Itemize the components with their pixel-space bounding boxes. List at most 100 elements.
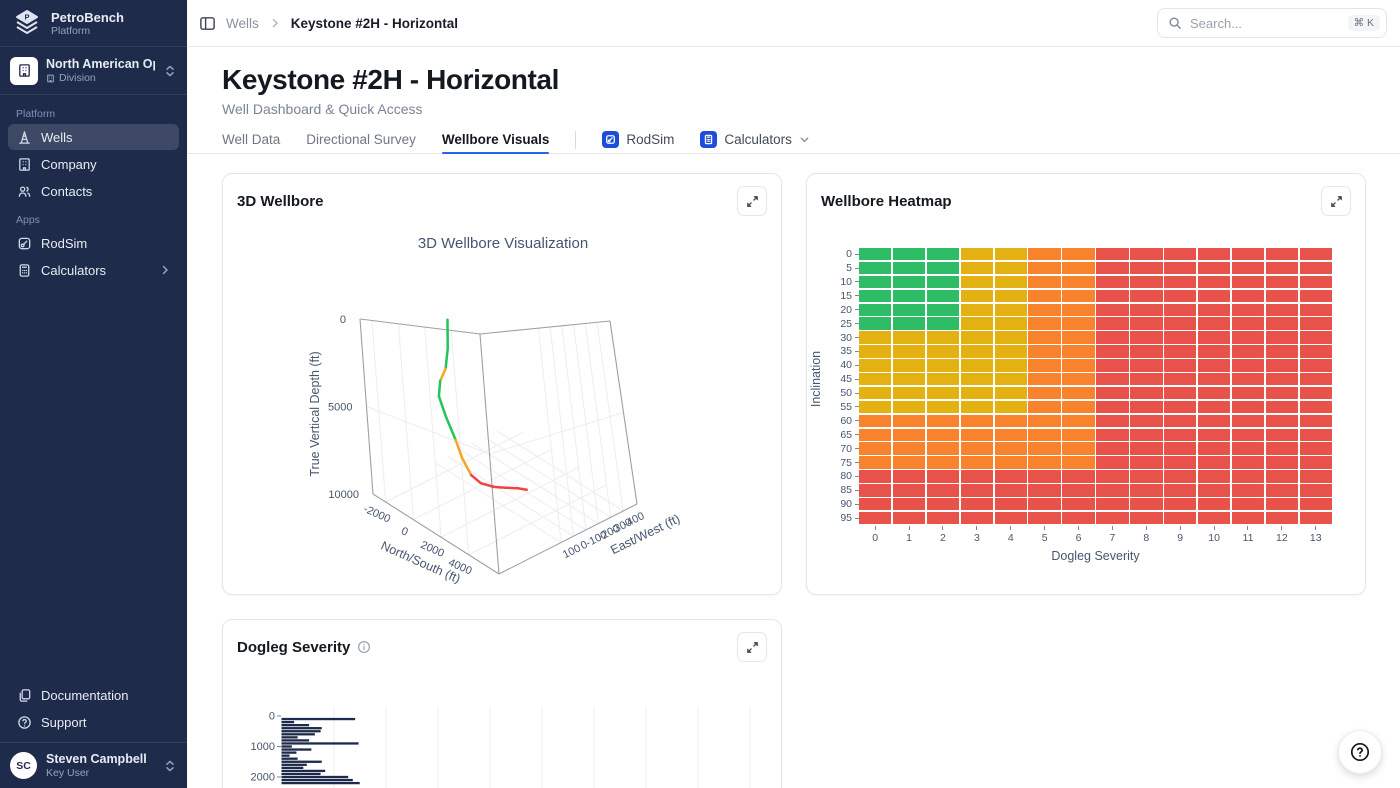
help-fab-button[interactable] bbox=[1338, 730, 1382, 774]
info-icon[interactable] bbox=[357, 640, 371, 654]
petrobench-logo-icon: P bbox=[12, 8, 42, 38]
heatmap-cell bbox=[1062, 512, 1094, 524]
heatmap-y-tick: 40 bbox=[825, 359, 859, 371]
panel-dogleg-severity: Dogleg Severity 010002000 bbox=[222, 619, 782, 788]
sidebar-item-calculators[interactable]: Calculators bbox=[8, 257, 179, 283]
heatmap-cell bbox=[927, 484, 959, 496]
heatmap-cell bbox=[927, 276, 959, 288]
heatmap-cell bbox=[1232, 373, 1264, 385]
sidebar-item-documentation[interactable]: Documentation bbox=[8, 682, 179, 708]
heatmap-cell bbox=[1198, 359, 1230, 371]
heatmap-cell bbox=[961, 456, 993, 468]
wellbore-path-segment bbox=[506, 488, 518, 489]
heatmap-cell bbox=[1300, 248, 1332, 260]
division-selector[interactable]: North American Operations Division bbox=[0, 47, 187, 95]
heatmap-x-tick: 1 bbox=[893, 526, 925, 544]
heatmap-cell bbox=[995, 290, 1027, 302]
heatmap-cell bbox=[859, 276, 891, 288]
tab-bar: Well Data Directional Survey Wellbore Vi… bbox=[187, 126, 1400, 154]
expand-button[interactable] bbox=[737, 186, 767, 216]
sidebar-item-support[interactable]: Support bbox=[8, 709, 179, 735]
heatmap-cell bbox=[1232, 498, 1264, 510]
dogleg-bar bbox=[282, 758, 298, 760]
heatmap-cell bbox=[927, 429, 959, 441]
heatmap-cell bbox=[1198, 248, 1230, 260]
plot-line bbox=[360, 319, 480, 334]
tab-rodsim-app[interactable]: RodSim bbox=[602, 131, 674, 148]
support-icon bbox=[16, 714, 32, 730]
heatmap-cell bbox=[1062, 456, 1094, 468]
search-input[interactable]: Search... ⌘ K bbox=[1157, 8, 1387, 38]
heatmap-cell bbox=[1300, 317, 1332, 329]
heatmap-cell bbox=[1096, 442, 1128, 454]
tab-wellbore-visuals[interactable]: Wellbore Visuals bbox=[442, 126, 550, 153]
sidebar-item-wells[interactable]: Wells bbox=[8, 124, 179, 150]
heatmap-cell bbox=[1266, 470, 1298, 482]
heatmap-y-tick: 55 bbox=[825, 401, 859, 413]
panel-header: Dogleg Severity bbox=[223, 620, 781, 668]
tab-calculators-app[interactable]: Calculators bbox=[700, 131, 810, 148]
heatmap-cell bbox=[1062, 387, 1094, 399]
heatmap-cell bbox=[1198, 401, 1230, 413]
expand-button[interactable] bbox=[737, 632, 767, 662]
heatmap-cell bbox=[1130, 415, 1162, 427]
heatmap-cell bbox=[893, 498, 925, 510]
heatmap-cell bbox=[961, 429, 993, 441]
heatmap-cell bbox=[1062, 470, 1094, 482]
user-menu[interactable]: SC Steven Campbell Key User bbox=[0, 742, 187, 788]
heatmap-cell bbox=[859, 456, 891, 468]
dogleg-severity-plot[interactable]: 010002000 bbox=[223, 668, 781, 788]
dogleg-bar bbox=[282, 727, 322, 729]
heatmap-cell bbox=[1198, 345, 1230, 357]
sidebar-item-rodsim[interactable]: RodSim bbox=[8, 230, 179, 256]
division-meta: North American Operations Division bbox=[46, 57, 155, 84]
tab-directional-survey[interactable]: Directional Survey bbox=[306, 126, 416, 153]
heatmap-cell bbox=[1130, 317, 1162, 329]
heatmap-cell bbox=[1062, 290, 1094, 302]
heatmap-x-tick: 6 bbox=[1062, 526, 1094, 544]
heatmap-cell bbox=[1198, 387, 1230, 399]
axis-tick-label: 1000 bbox=[251, 741, 275, 753]
heatmap-cell bbox=[1300, 262, 1332, 274]
help-icon bbox=[1349, 741, 1371, 763]
sidebar-footer: Documentation Support bbox=[0, 678, 187, 742]
dogleg-bar bbox=[282, 745, 292, 747]
heatmap-cell bbox=[995, 373, 1027, 385]
heatmap-cell bbox=[927, 248, 959, 260]
heatmap-cell bbox=[1028, 276, 1060, 288]
heatmap-cell bbox=[927, 456, 959, 468]
3d-wellbore-plot[interactable]: 0500010000-20000200040001000-100-200-300… bbox=[223, 222, 781, 584]
heatmap-cell bbox=[1028, 498, 1060, 510]
heatmap-cell bbox=[927, 401, 959, 413]
user-name: Steven Campbell bbox=[46, 752, 154, 766]
panel-header: 3D Wellbore bbox=[223, 174, 781, 222]
sidebar-item-company[interactable]: Company bbox=[8, 151, 179, 177]
tab-well-data[interactable]: Well Data bbox=[222, 126, 280, 153]
heatmap-cell bbox=[859, 304, 891, 316]
sidebar-item-contacts[interactable]: Contacts bbox=[8, 178, 179, 204]
heatmap-cell bbox=[1028, 442, 1060, 454]
heatmap-cell bbox=[961, 512, 993, 524]
dogleg-bar bbox=[282, 761, 322, 763]
chart-3d-wellbore[interactable]: 0500010000-20000200040001000-100-200-300… bbox=[223, 222, 781, 589]
sidebar-item-label: Contacts bbox=[41, 184, 92, 199]
tab-label: Calculators bbox=[724, 132, 792, 147]
brand-subtitle: Platform bbox=[51, 25, 124, 37]
brand-name: PetroBench bbox=[51, 10, 124, 25]
heatmap-cell bbox=[1232, 262, 1264, 274]
breadcrumb-parent[interactable]: Wells bbox=[226, 16, 259, 31]
chart-title: 3D Wellbore Visualization bbox=[418, 235, 588, 252]
heatmap-cell bbox=[995, 304, 1027, 316]
heatmap-cell bbox=[961, 248, 993, 260]
heatmap-cell bbox=[1130, 304, 1162, 316]
heatmap-y-tick: 35 bbox=[825, 345, 859, 357]
heatmap-cell bbox=[1130, 262, 1162, 274]
heatmap-cell bbox=[927, 373, 959, 385]
heatmap-y-tick: 45 bbox=[825, 373, 859, 385]
heatmap-cell bbox=[1232, 415, 1264, 427]
sidebar-toggle-icon[interactable] bbox=[199, 15, 216, 32]
expand-button[interactable] bbox=[1321, 186, 1351, 216]
axis-tick-label: 0 bbox=[269, 711, 275, 723]
wellbore-path-segment bbox=[440, 369, 445, 381]
dogleg-bar bbox=[282, 748, 312, 750]
